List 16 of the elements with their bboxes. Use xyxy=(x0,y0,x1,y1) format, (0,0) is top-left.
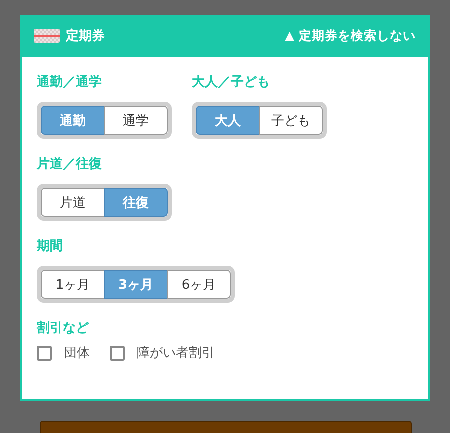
section-label: 片道／往復 xyxy=(37,156,102,173)
ticket-icon xyxy=(34,29,60,43)
section-label: 大人／子ども xyxy=(192,74,270,91)
option-button[interactable]: 通学 xyxy=(104,106,168,135)
checkbox[interactable] xyxy=(37,346,52,360)
panel-title: 定期券 xyxy=(66,28,105,45)
option-button[interactable]: 片道 xyxy=(41,188,105,217)
section-label: 割引など xyxy=(37,320,89,337)
option-button[interactable]: 1ヶ月 xyxy=(41,270,105,299)
checkbox-label: 団体 xyxy=(64,345,90,362)
section-label: 期間 xyxy=(37,238,63,255)
checkbox[interactable] xyxy=(110,346,125,360)
section-label: 通勤／通学 xyxy=(37,74,102,91)
checkbox-label: 障がい者割引 xyxy=(137,345,215,362)
option-button[interactable]: 6ヶ月 xyxy=(167,270,231,299)
option-button[interactable]: 子ども xyxy=(259,106,323,135)
